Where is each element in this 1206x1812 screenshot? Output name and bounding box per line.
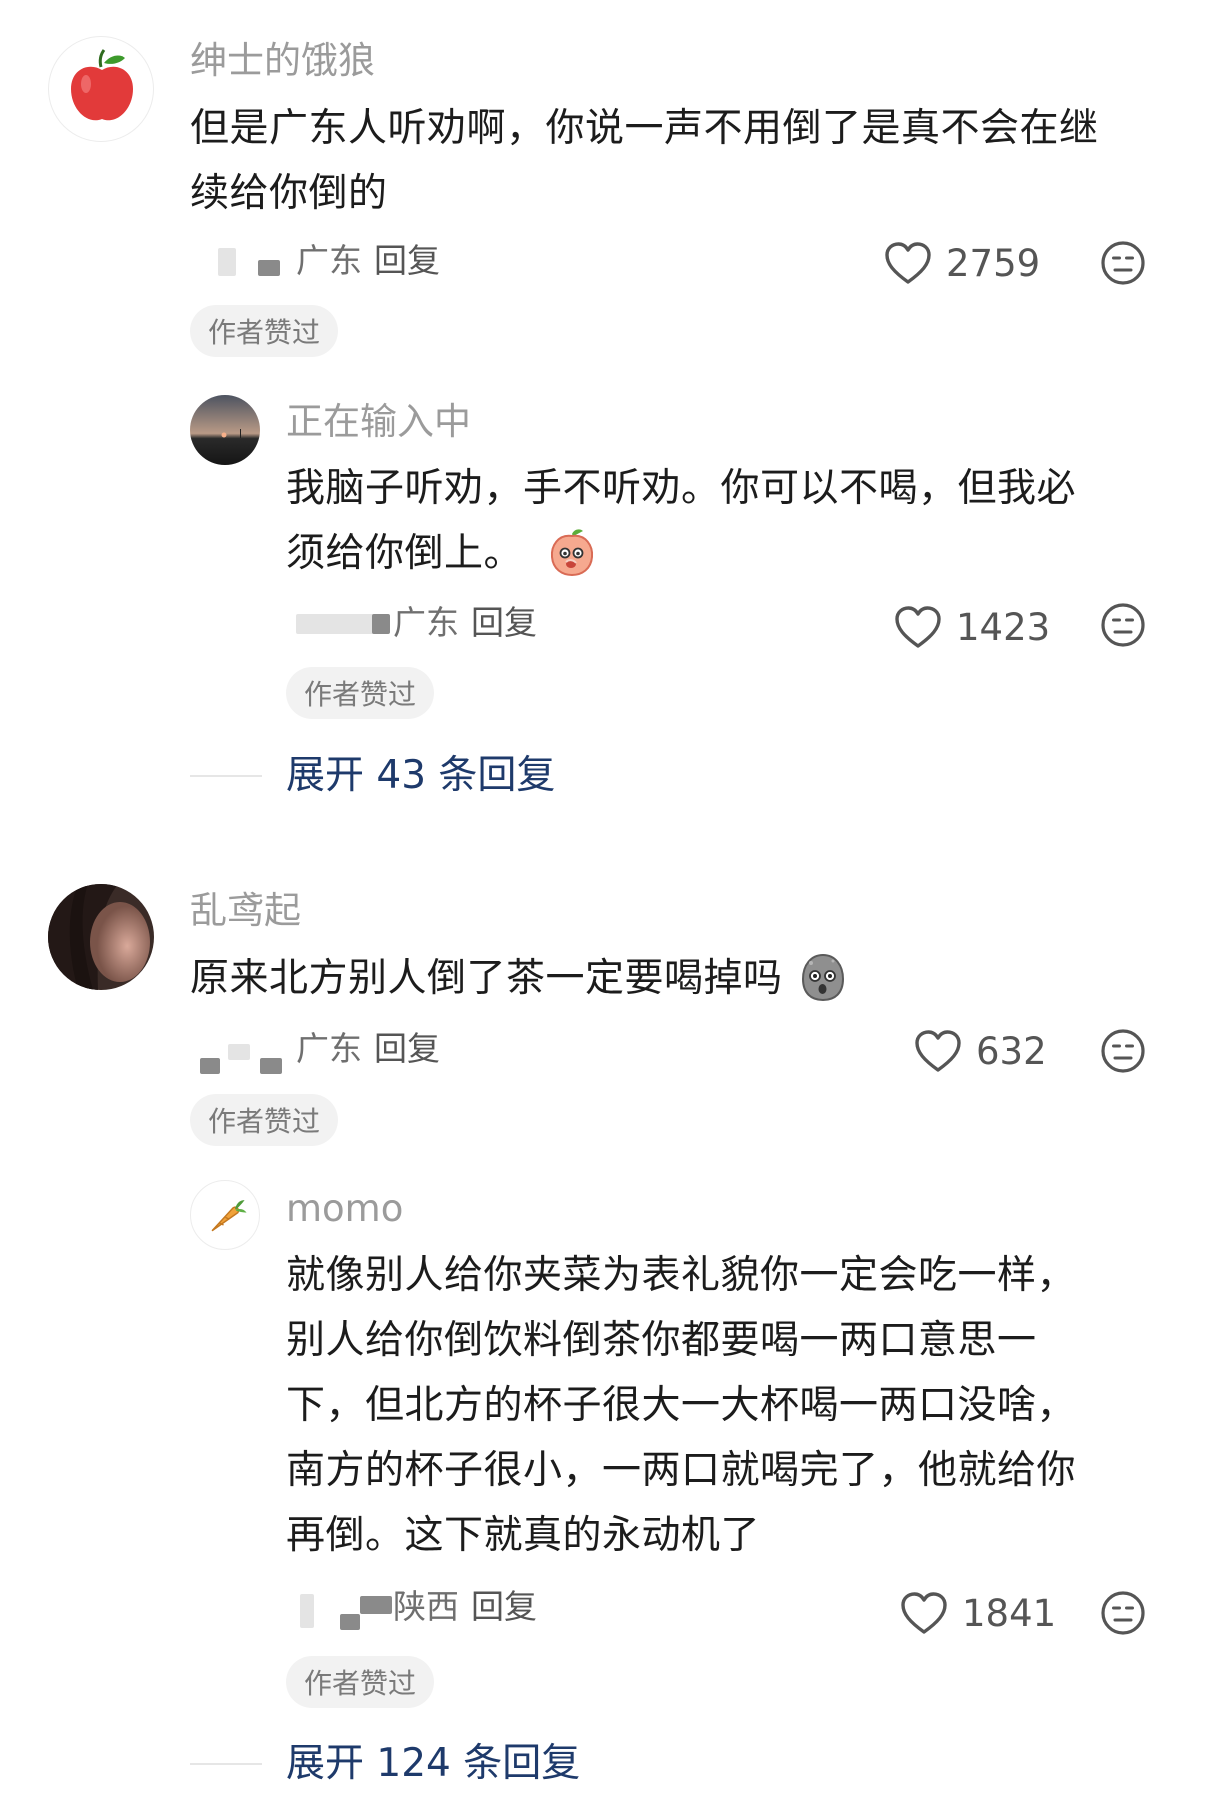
comment-line-text: 原来北方别人倒了茶一定要喝掉吗 <box>190 956 783 1001</box>
comment-text: 就像别人给你夹菜为表礼貌你一定会吃一样， 别人给你倒饮料倒茶你都要喝一两口意思一… <box>286 1243 1176 1568</box>
comment-line: 我脑子听劝，手不听劝。你可以不喝，但我必 <box>286 466 1077 511</box>
like-button[interactable]: 632 <box>914 1026 1047 1076</box>
dislike-icon[interactable] <box>1100 602 1146 648</box>
heart-icon <box>885 242 931 284</box>
location: 陕西 <box>393 1587 459 1626</box>
dislike-icon[interactable] <box>1100 1028 1146 1074</box>
like-count: 1423 <box>956 605 1051 649</box>
redacted-time <box>218 248 236 276</box>
reply-button[interactable]: 回复 <box>374 241 440 280</box>
expand-replies-label: 展开 124 条回复 <box>286 1741 581 1786</box>
avatar[interactable] <box>48 36 154 142</box>
redacted-time <box>258 260 280 276</box>
comment-meta: 陕西 回复 <box>393 1590 537 1623</box>
username[interactable]: momo <box>286 1190 403 1227</box>
comment-text: 我脑子听劝，手不听劝。你可以不喝，但我必 须给你倒上。 <box>286 456 1176 586</box>
avatar[interactable] <box>190 1180 260 1250</box>
comment-meta: 广东 回复 <box>296 244 440 277</box>
shocked-stone-emoji-icon <box>802 953 845 1001</box>
location: 广东 <box>393 603 459 642</box>
comment-text: 但是广东人听劝啊，你说一声不用倒了是真不会在继 续给你倒的 <box>190 96 1170 226</box>
peach-face-emoji-icon <box>550 528 593 576</box>
comment-line: 下，但北方的杯子很大一大杯喝一两口没啥， <box>286 1383 1077 1428</box>
comment-line-text: 须给你倒上。 <box>286 531 524 576</box>
expand-replies-button[interactable]: 展开 43 条回复 <box>190 756 555 795</box>
comment-line: 就像别人给你夹菜为表礼貌你一定会吃一样， <box>286 1253 1077 1298</box>
comment-line: 须给你倒上。 <box>286 521 1176 586</box>
redacted-time <box>300 1594 314 1628</box>
like-button[interactable]: 1841 <box>900 1588 1056 1638</box>
heart-icon <box>895 606 941 648</box>
author-liked-badge: 作者赞过 <box>190 1094 339 1146</box>
portrait-photo-icon <box>48 884 154 990</box>
divider <box>190 1762 262 1765</box>
like-button[interactable]: 2759 <box>884 238 1040 288</box>
comment-text: 原来北方别人倒了茶一定要喝掉吗 <box>190 946 1170 1011</box>
carrot-icon <box>211 1200 247 1232</box>
reply-button[interactable]: 回复 <box>471 603 537 642</box>
comment-line: 但是广东人听劝啊，你说一声不用倒了是真不会在继 <box>190 106 1099 151</box>
divider <box>190 774 262 777</box>
avatar[interactable] <box>48 884 154 990</box>
dislike-icon[interactable] <box>1100 1590 1146 1636</box>
comment-line: 别人给你倒饮料倒茶你都要喝一两口意思一 <box>286 1318 1037 1363</box>
comment-line: 续给你倒的 <box>190 171 388 216</box>
apple-icon <box>71 49 133 121</box>
redacted-time <box>260 1058 282 1074</box>
like-button[interactable]: 1423 <box>894 602 1050 652</box>
heart-icon <box>915 1030 961 1072</box>
comment-meta: 广东 回复 <box>296 1032 440 1065</box>
like-count: 632 <box>976 1029 1047 1073</box>
author-liked-badge: 作者赞过 <box>286 1656 435 1708</box>
location: 广东 <box>296 1029 362 1068</box>
comment-meta: 广东 回复 <box>393 606 537 639</box>
like-count: 2759 <box>946 241 1041 285</box>
redacted-time <box>228 1044 250 1060</box>
author-liked-badge: 作者赞过 <box>190 305 339 357</box>
comment-line: 再倒。这下就真的永动机了 <box>286 1513 761 1558</box>
username[interactable]: 乱鸢起 <box>190 892 301 929</box>
username[interactable]: 正在输入中 <box>286 403 471 440</box>
avatar[interactable] <box>190 395 260 465</box>
location: 广东 <box>296 241 362 280</box>
redacted-time <box>372 614 390 634</box>
redacted-time <box>340 1614 360 1630</box>
comment-line: 南方的杯子很小，一两口就喝完了，他就给你 <box>286 1448 1077 1493</box>
heart-icon <box>901 1592 947 1634</box>
redacted-time <box>200 1058 220 1074</box>
author-liked-badge: 作者赞过 <box>286 667 435 719</box>
sunset-photo-icon <box>190 395 260 465</box>
reply-button[interactable]: 回复 <box>374 1029 440 1068</box>
username[interactable]: 绅士的饿狼 <box>190 42 375 79</box>
expand-replies-label: 展开 43 条回复 <box>286 753 556 798</box>
like-count: 1841 <box>962 1591 1057 1635</box>
redacted-time <box>296 614 376 634</box>
dislike-icon[interactable] <box>1100 240 1146 286</box>
reply-button[interactable]: 回复 <box>471 1587 537 1626</box>
expand-replies-button[interactable]: 展开 124 条回复 <box>190 1744 580 1783</box>
comment-line: 原来北方别人倒了茶一定要喝掉吗 <box>190 946 1170 1011</box>
redacted-time <box>360 1596 392 1614</box>
